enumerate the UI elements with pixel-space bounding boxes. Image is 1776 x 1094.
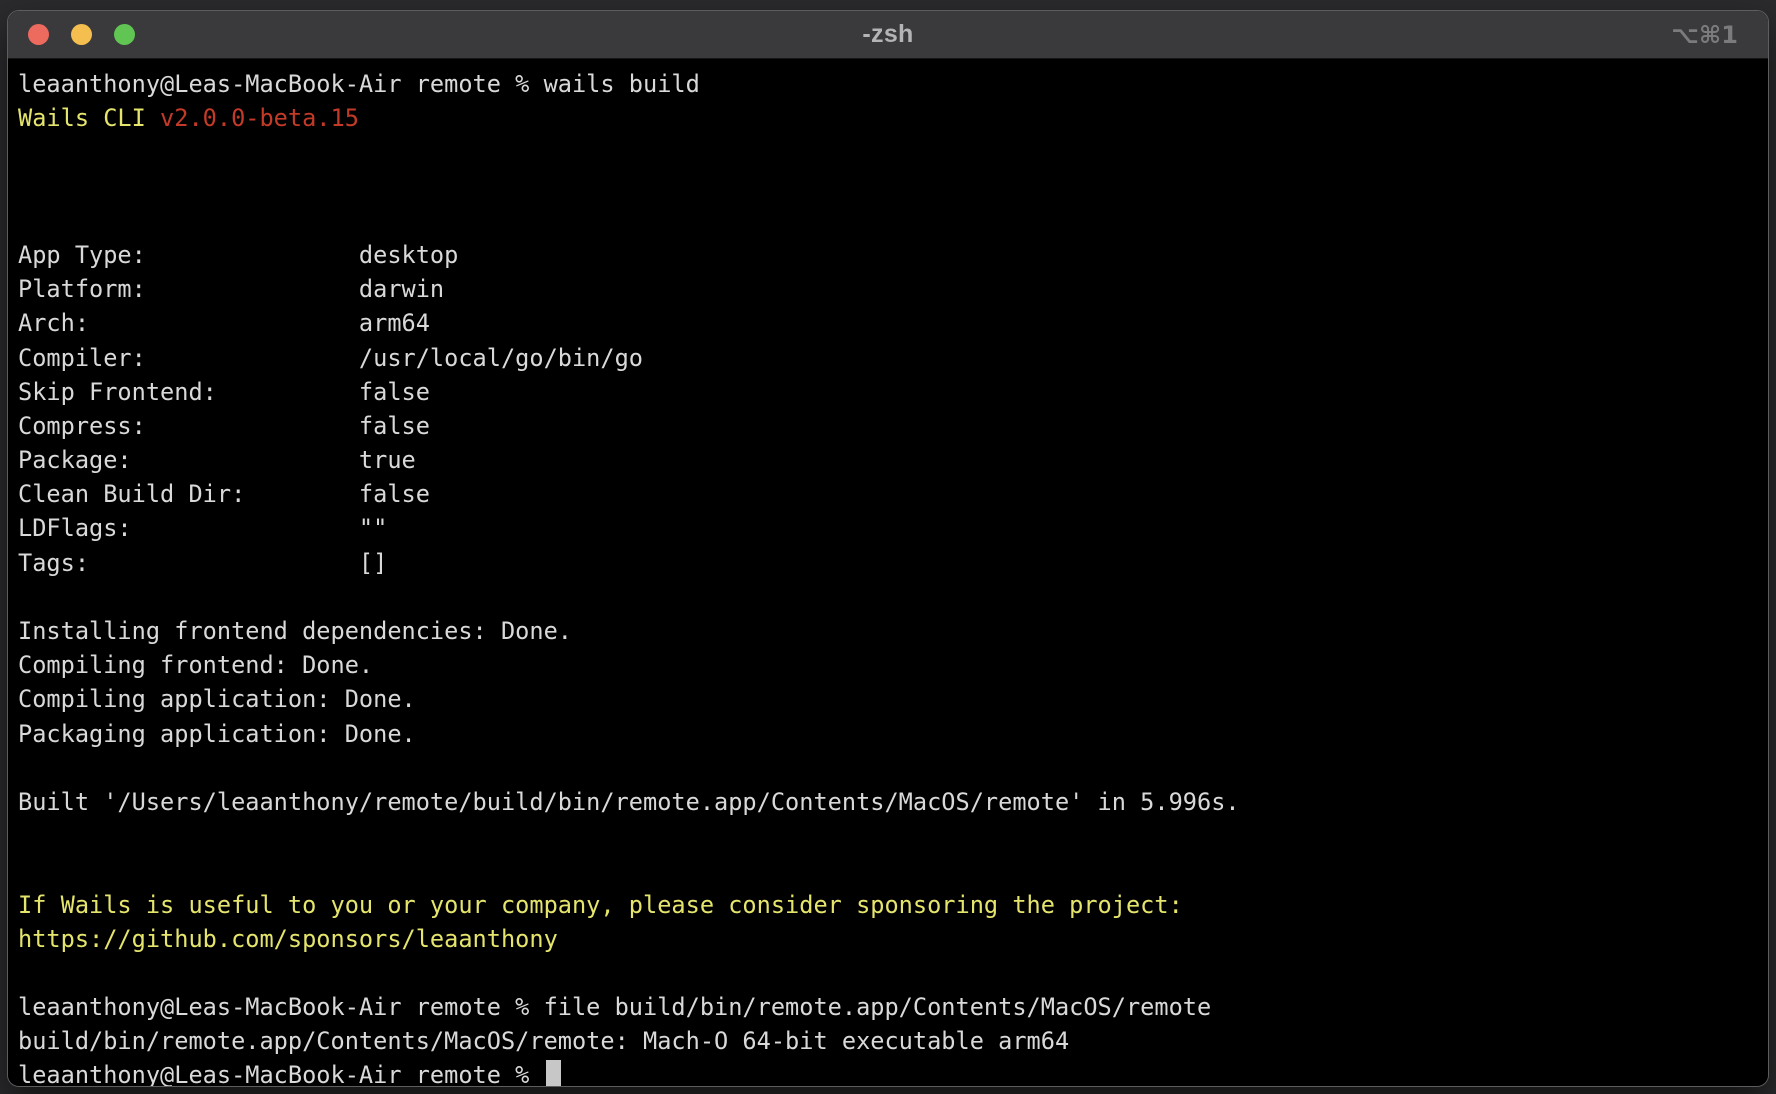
terminal-line: Tags: [] [18,546,1764,580]
terminal-line: Packaging application: Done. [18,717,1764,751]
window-title: -zsh [862,20,913,49]
terminal-text-segment: leaanthony@Leas-MacBook-Air remote % fil… [18,993,1211,1021]
terminal-line: Arch: arm64 [18,306,1764,340]
terminal-text-segment: Compiling application: Done. [18,685,416,713]
terminal-line: Built '/Users/leaanthony/remote/build/bi… [18,785,1764,819]
terminal-line: build/bin/remote.app/Contents/MacOS/remo… [18,1024,1764,1058]
terminal-line: Compress: false [18,409,1764,443]
terminal-text-segment: Compiler: /usr/local/go/bin/go [18,344,643,372]
terminal-text-segment: Tags: [] [18,549,387,577]
terminal-text-segment: Packaging application: Done. [18,720,416,748]
terminal-text-segment: Compress: false [18,412,430,440]
zoom-button[interactable] [114,24,135,45]
terminal-line [18,580,1764,614]
terminal-line: App Type: desktop [18,238,1764,272]
terminal-output: leaanthony@Leas-MacBook-Air remote % wai… [18,67,1764,1086]
terminal-text-segment: Installing frontend dependencies: Done. [18,617,572,645]
terminal-line: Skip Frontend: false [18,375,1764,409]
terminal-line [18,819,1764,853]
terminal-line: Compiling application: Done. [18,682,1764,716]
terminal-line: https://github.com/sponsors/leaanthony [18,922,1764,956]
terminal-line [18,956,1764,990]
terminal-line: leaanthony@Leas-MacBook-Air remote % fil… [18,990,1764,1024]
terminal-text-segment: LDFlags: "" [18,514,387,542]
terminal-text-segment: leaanthony@Leas-MacBook-Air remote % [18,1061,544,1086]
terminal-line: leaanthony@Leas-MacBook-Air remote % wai… [18,67,1764,101]
terminal-text-segment: Skip Frontend: false [18,378,430,406]
terminal-line: If Wails is useful to you or your compan… [18,888,1764,922]
terminal-line: Compiler: /usr/local/go/bin/go [18,341,1764,375]
terminal-text-segment: Built '/Users/leaanthony/remote/build/bi… [18,788,1240,816]
terminal-line: Platform: darwin [18,272,1764,306]
window-shortcut-badge: ⌥⌘1 [1671,11,1738,58]
minimize-button[interactable] [71,24,92,45]
terminal-line: Wails CLI v2.0.0-beta.15 [18,101,1764,135]
terminal-text-segment: Arch: arm64 [18,309,430,337]
terminal-cursor [546,1060,561,1086]
terminal-text-segment: build/bin/remote.app/Contents/MacOS/remo… [18,1027,1069,1055]
terminal-line: Compiling frontend: Done. [18,648,1764,682]
terminal-text-segment: https://github.com/sponsors/leaanthony [18,925,558,953]
terminal-line: Clean Build Dir: false [18,477,1764,511]
terminal-line [18,135,1764,169]
terminal-text-segment: v2.0.0-beta.15 [160,104,359,132]
terminal-window: -zsh ⌥⌘1 leaanthony@Leas-MacBook-Air rem… [7,10,1769,1087]
traffic-lights [28,11,135,58]
terminal-line [18,853,1764,887]
terminal-text-segment: Package: true [18,446,416,474]
terminal-text-segment: Platform: darwin [18,275,444,303]
terminal-text-segment: If Wails is useful to you or your compan… [18,891,1183,919]
close-button[interactable] [28,24,49,45]
terminal-line [18,204,1764,238]
terminal-line [18,751,1764,785]
terminal-text-segment: App Type: desktop [18,241,458,269]
terminal-line: Installing frontend dependencies: Done. [18,614,1764,648]
window-titlebar[interactable]: -zsh ⌥⌘1 [8,11,1768,59]
terminal-text-segment: Wails CLI [18,104,160,132]
terminal-text-segment: leaanthony@Leas-MacBook-Air remote % wai… [18,70,700,98]
terminal-line: LDFlags: "" [18,511,1764,545]
terminal-text-segment: Compiling frontend: Done. [18,651,373,679]
terminal-line: leaanthony@Leas-MacBook-Air remote % [18,1058,1764,1086]
terminal-line: Package: true [18,443,1764,477]
terminal-screen[interactable]: leaanthony@Leas-MacBook-Air remote % wai… [8,59,1768,1086]
terminal-text-segment: Clean Build Dir: false [18,480,430,508]
terminal-line [18,170,1764,204]
